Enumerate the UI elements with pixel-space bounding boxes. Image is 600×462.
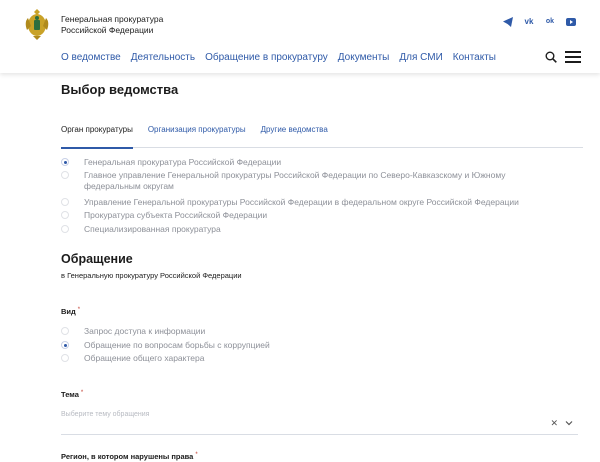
topic-label: Тема * (61, 390, 83, 399)
agency-option[interactable]: Специализированная прокуратура (61, 224, 561, 237)
agency-option-label: Генеральная прокуратура Российской Федер… (84, 157, 282, 167)
agency-radio-group: Генеральная прокуратура Российской Федер… (61, 157, 561, 237)
kind-label-text: Вид (61, 307, 76, 316)
agency-option-label: Управление Генеральной прокуратуры Росси… (84, 197, 519, 207)
nav-item-activity[interactable]: Деятельность (131, 52, 195, 63)
emblem-icon[interactable] (22, 6, 52, 41)
org-name[interactable]: Генеральная прокуратура Российской Федер… (61, 14, 221, 36)
agency-option-label: Прокуратура субъекта Российской Федераци… (84, 210, 268, 220)
kind-option-label: Обращение по вопросам борьбы с коррупцие… (84, 340, 270, 350)
nav-item-documents[interactable]: Документы (338, 52, 390, 63)
agency-option[interactable]: Управление Генеральной прокуратуры Росси… (61, 197, 561, 210)
odnoklassniki-icon[interactable]: ok (545, 17, 555, 27)
chevron-down-icon[interactable] (565, 419, 573, 427)
region-label-text: Регион, в котором нарушены права (61, 452, 194, 461)
appeal-heading: Обращение (61, 252, 133, 266)
radio-icon (61, 225, 69, 233)
radio-icon (61, 327, 69, 335)
kind-radio-group: Запрос доступа к информации Обращение по… (61, 326, 461, 366)
nav-item-appeal[interactable]: Обращение в прокуратуру (205, 52, 328, 63)
kind-option[interactable]: Обращение по вопросам борьбы с коррупцие… (61, 340, 461, 353)
page-title: Выбор ведомства (61, 82, 179, 97)
topic-select[interactable]: Выберите тему обращения ✕ (61, 405, 578, 435)
topic-label-text: Тема (61, 390, 79, 399)
agency-option-label: Специализированная прокуратура (84, 224, 221, 234)
radio-icon (61, 354, 69, 362)
radio-icon (61, 171, 69, 179)
agency-option[interactable]: Генеральная прокуратура Российской Федер… (61, 157, 561, 170)
radio-icon (61, 211, 69, 219)
tab-prosecution-organization[interactable]: Организация прокуратуры (148, 124, 246, 148)
menu-icon[interactable] (565, 51, 581, 63)
vk-icon[interactable]: vk (524, 17, 534, 27)
kind-option[interactable]: Запрос доступа к информации (61, 326, 461, 340)
telegram-icon[interactable] (503, 17, 513, 27)
region-label: Регион, в котором нарушены права * (61, 452, 198, 461)
kind-option-label: Запрос доступа к информации (84, 326, 206, 336)
tab-other-agencies[interactable]: Другие ведомства (261, 124, 328, 148)
site-header: Генеральная прокуратура Российской Федер… (0, 0, 600, 73)
radio-icon (61, 198, 69, 206)
required-mark: * (80, 390, 84, 396)
kind-option-label: Обращение общего характера (84, 353, 205, 363)
tab-prosecution-body[interactable]: Орган прокуратуры (61, 124, 133, 149)
agency-tabs: Орган прокуратуры Организация прокуратур… (61, 124, 583, 149)
radio-checked-icon (61, 158, 69, 166)
agency-option-label: Главное управление Генеральной прокурату… (84, 170, 506, 191)
search-icon[interactable] (545, 51, 557, 63)
required-mark: * (77, 307, 81, 313)
main-nav: О ведомстве Деятельность Обращение в про… (61, 52, 496, 63)
nav-item-about[interactable]: О ведомстве (61, 52, 121, 63)
org-name-line1: Генеральная прокуратура (61, 14, 164, 24)
nav-item-contacts[interactable]: Контакты (453, 52, 496, 63)
youtube-icon[interactable] (566, 18, 576, 26)
kind-label: Вид * (61, 307, 80, 316)
nav-item-media[interactable]: Для СМИ (399, 52, 442, 63)
topic-select-placeholder: Выберите тему обращения (61, 411, 150, 418)
org-name-line2: Российской Федерации (61, 25, 154, 35)
social-links: vk ok (503, 17, 576, 27)
kind-option[interactable]: Обращение общего характера (61, 353, 461, 366)
clear-icon[interactable]: ✕ (550, 419, 558, 428)
agency-option[interactable]: Прокуратура субъекта Российской Федераци… (61, 210, 561, 224)
agency-option[interactable]: Главное управление Генеральной прокурату… (61, 170, 561, 197)
radio-checked-icon (61, 341, 69, 349)
appeal-subtitle: в Генеральную прокуратуру Российской Фед… (61, 271, 242, 280)
required-mark: * (195, 452, 198, 458)
